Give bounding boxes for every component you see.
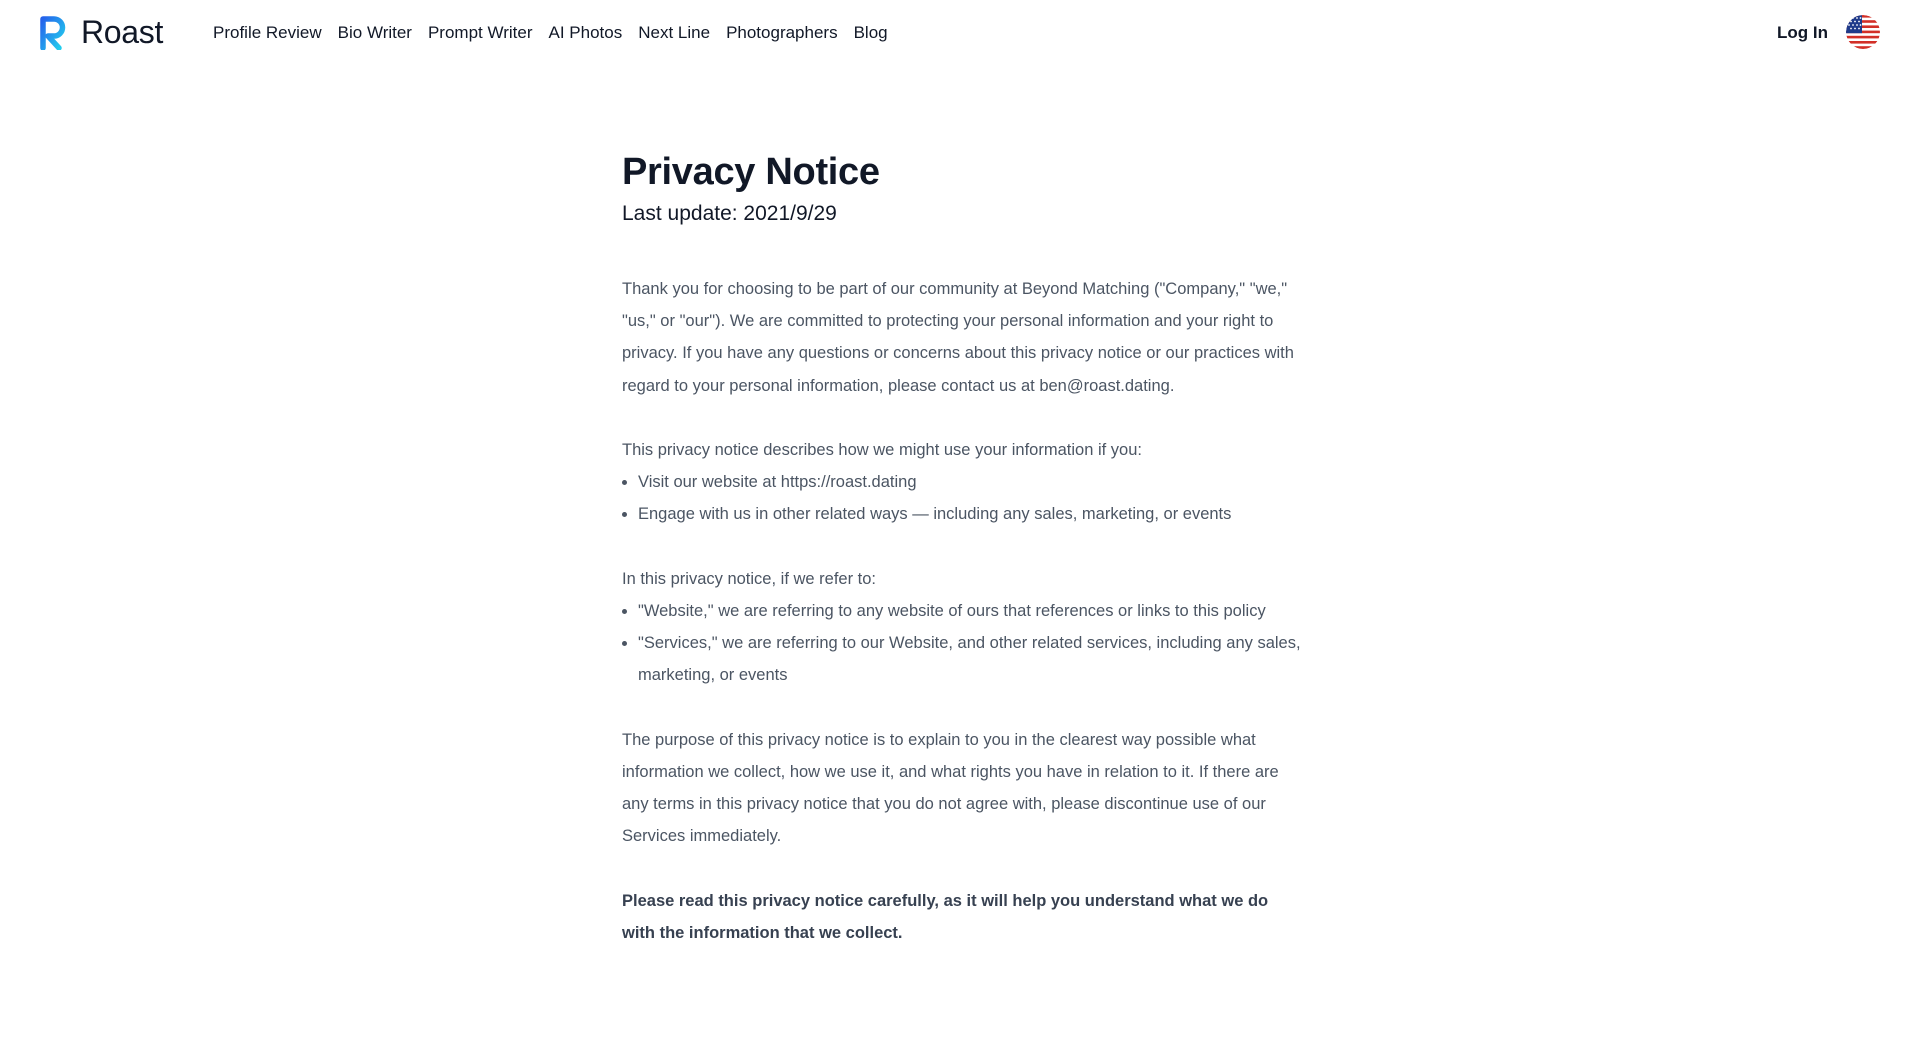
nav-link-profile-review[interactable]: Profile Review (213, 21, 322, 45)
nav-link-bio-writer[interactable]: Bio Writer (338, 21, 412, 45)
refer-intro: In this privacy notice, if we refer to: (622, 569, 877, 588)
nav-link-ai-photos[interactable]: AI Photos (549, 21, 623, 45)
purpose-paragraph: The purpose of this privacy notice is to… (622, 730, 1279, 846)
nav-link-photographers[interactable]: Photographers (726, 21, 838, 45)
roast-logo-icon (39, 14, 69, 50)
privacy-body: Thank you for choosing to be part of our… (622, 273, 1302, 949)
usage-intro: This privacy notice describes how we mig… (622, 441, 1142, 459)
usage-list: Visit our website at https://roast.datin… (622, 466, 1302, 530)
nav-link-prompt-writer[interactable]: Prompt Writer (428, 21, 533, 45)
last-update-date: Last update: 2021/9/29 (622, 202, 837, 225)
intro-paragraph: Thank you for choosing to be part of our… (622, 280, 1294, 395)
notice-bold-text: Please read this privacy notice carefull… (622, 891, 1269, 942)
page-title: Privacy Notice (622, 151, 880, 193)
refer-list: "Website," we are referring to any websi… (622, 595, 1302, 692)
list-item: "Website," we are referring to any websi… (638, 595, 1302, 627)
top-navbar: Roast Profile Review Bio Writer Prompt W… (0, 0, 1916, 66)
brand-name: Roast (81, 14, 164, 50)
brand-logo-link[interactable]: Roast (39, 14, 163, 50)
notice-paragraph: Please read this privacy notice carefull… (622, 885, 1302, 949)
nav-link-blog[interactable]: Blog (854, 21, 888, 45)
main-nav: Profile Review Bio Writer Prompt Writer … (213, 21, 888, 45)
us-flag-icon (1846, 15, 1880, 49)
language-selector-button[interactable] (1846, 15, 1880, 49)
privacy-content: Privacy Notice Last update: 2021/9/29 Th… (622, 145, 1302, 981)
list-item: Visit our website at https://roast.datin… (638, 466, 1302, 498)
list-item: Engage with us in other related ways — i… (638, 498, 1302, 530)
nav-link-next-line[interactable]: Next Line (638, 21, 710, 45)
list-item: "Services," we are referring to our Webs… (638, 627, 1302, 691)
login-button[interactable]: Log In (1777, 21, 1828, 45)
